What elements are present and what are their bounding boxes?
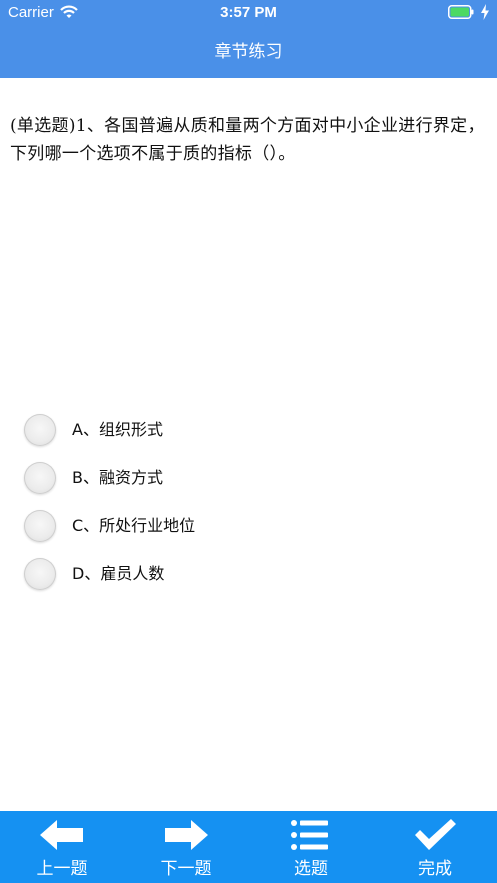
list-icon — [291, 820, 328, 850]
select-question-button[interactable]: 选题 — [249, 811, 373, 883]
finish-label: 完成 — [418, 859, 452, 879]
option-label: D、雇员人数 — [72, 564, 165, 583]
charging-bolt-icon — [481, 4, 489, 20]
option-b[interactable]: B、融资方式 — [24, 460, 324, 496]
question-text: (单选题)1、各国普遍从质和量两个方面对中小企业进行界定，下列哪一个选项不属于质… — [10, 116, 485, 164]
radio-button-icon[interactable] — [24, 462, 56, 494]
arrow-right-icon — [165, 820, 208, 850]
option-label: A、组织形式 — [72, 420, 163, 439]
next-question-button[interactable]: 下一题 — [124, 811, 248, 883]
radio-button-icon[interactable] — [24, 558, 56, 590]
bottom-toolbar: 上一题 下一题 选题 完成 — [0, 811, 497, 883]
radio-button-icon[interactable] — [24, 414, 56, 446]
option-label: B、融资方式 — [72, 468, 163, 487]
previous-question-label: 上一题 — [36, 859, 88, 879]
navigation-bar: 章节练习 — [0, 26, 497, 78]
checkmark-icon — [415, 819, 456, 850]
status-time: 3:57 PM — [220, 4, 277, 21]
option-d[interactable]: D、雇员人数 — [24, 556, 324, 592]
radio-button-icon[interactable] — [24, 510, 56, 542]
next-question-label: 下一题 — [160, 859, 212, 879]
option-c[interactable]: C、所处行业地位 — [24, 508, 324, 544]
battery-icon — [448, 5, 474, 19]
arrow-left-icon — [40, 820, 83, 850]
select-question-label: 选题 — [294, 859, 328, 879]
battery-level-fill — [450, 7, 469, 17]
status-bar: Carrier 3:57 PM — [0, 0, 497, 26]
option-a[interactable]: A、组织形式 — [24, 412, 324, 448]
page-title: 章节练习 — [214, 42, 283, 62]
option-label: C、所处行业地位 — [72, 516, 196, 535]
previous-question-button[interactable]: 上一题 — [0, 811, 124, 883]
finish-button[interactable]: 完成 — [373, 811, 497, 883]
